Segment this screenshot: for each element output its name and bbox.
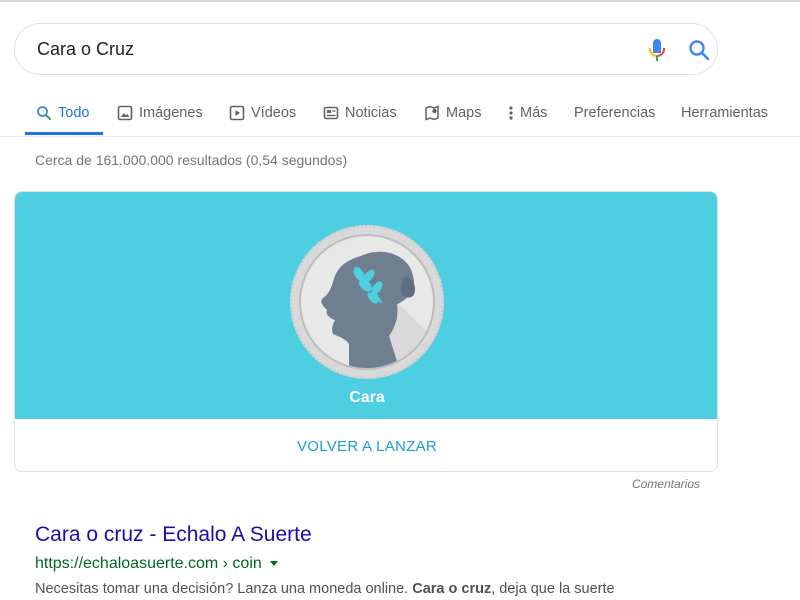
tab-todo[interactable]: Todo — [36, 92, 89, 134]
top-border — [0, 0, 800, 2]
tab-preferencias[interactable]: Preferencias — [574, 92, 655, 134]
feedback-link[interactable]: Comentarios — [600, 477, 700, 491]
tab-label: Herramientas — [681, 105, 769, 121]
active-tab-indicator — [25, 132, 103, 135]
tab-label: Todo — [58, 105, 90, 121]
search-box[interactable] — [14, 23, 718, 75]
search-tabs: Todo Imágenes Vídeos Noticias Maps Más P… — [0, 92, 800, 136]
tab-label: Noticias — [345, 105, 397, 121]
tab-label: Más — [520, 105, 548, 121]
snippet-highlight: Cara o cruz — [412, 581, 492, 597]
tab-videos[interactable]: Vídeos — [229, 92, 296, 134]
search-icon[interactable] — [687, 38, 711, 62]
tab-label: Maps — [446, 105, 482, 121]
tab-imagenes[interactable]: Imágenes — [117, 92, 203, 134]
tab-maps[interactable]: Maps — [424, 92, 481, 134]
coin-flip-card: Cara VOLVER A LANZAR — [14, 191, 718, 472]
tab-label: Preferencias — [574, 105, 656, 121]
result-url: https://echaloasuerte.com › coin — [35, 555, 278, 573]
snippet-text: Necesitas tomar una decisión? Lanza una … — [35, 581, 413, 597]
coin-area: Cara — [15, 192, 717, 419]
search-input[interactable] — [37, 37, 597, 61]
tab-label: Imágenes — [139, 105, 203, 121]
coin-result-label: Cara — [349, 389, 385, 406]
microphone-icon[interactable] — [645, 37, 669, 63]
result-snippet: Necesitas tomar una decisión? Lanza una … — [35, 581, 675, 597]
url-dropdown-icon[interactable] — [269, 561, 278, 567]
news-icon — [323, 106, 339, 120]
flip-again-button[interactable]: VOLVER A LANZAR — [15, 419, 717, 471]
map-pin-icon — [425, 105, 439, 121]
search-icon — [37, 106, 51, 120]
coin-heads-icon[interactable] — [289, 224, 445, 380]
tab-mas[interactable]: Más — [508, 92, 547, 134]
result-stats: Cerca de 161.000.000 resultados (0,54 se… — [35, 152, 348, 168]
video-icon — [229, 105, 245, 121]
result-title-link[interactable]: Cara o cruz - Echalo A Suerte — [35, 523, 312, 547]
tabs-divider — [0, 136, 800, 137]
more-vert-icon — [509, 106, 513, 120]
tab-noticias[interactable]: Noticias — [323, 92, 397, 134]
result-url-text: https://echaloasuerte.com › coin — [35, 555, 262, 572]
snippet-text: , deja que la suerte — [491, 581, 615, 597]
image-icon — [117, 105, 133, 121]
tab-label: Vídeos — [251, 105, 297, 121]
tab-herramientas[interactable]: Herramientas — [681, 92, 768, 134]
